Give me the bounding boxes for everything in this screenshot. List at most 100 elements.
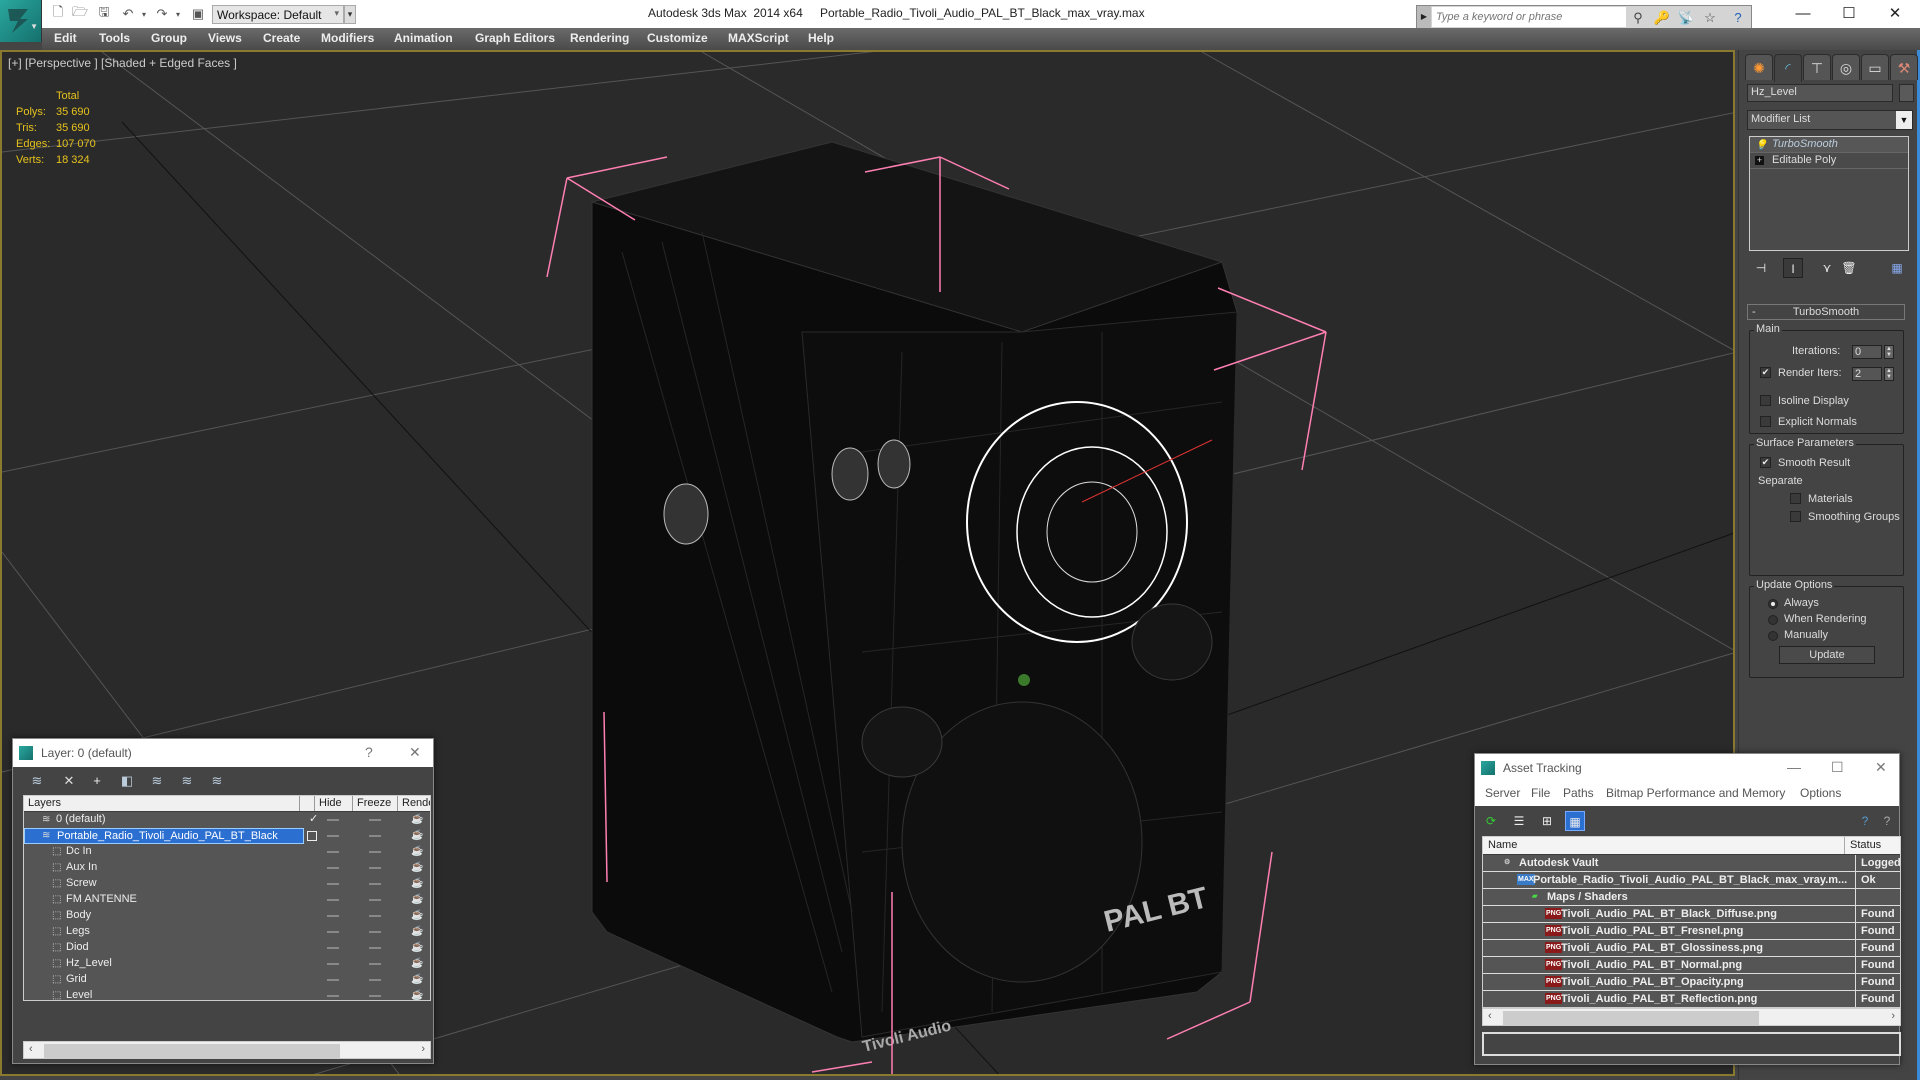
tab-modify[interactable]: ◜ <box>1774 54 1802 82</box>
smooth-result-checkbox[interactable]: ✔ <box>1760 457 1771 468</box>
tab-hierarchy[interactable]: ⊤ <box>1803 54 1831 80</box>
remove-modifier-icon[interactable]: 🗑 <box>1839 258 1859 278</box>
isoline-display-checkbox[interactable] <box>1760 395 1771 406</box>
layer-object-row[interactable]: Diod ⬚ ☕ <box>24 940 430 956</box>
render-teapot-icon[interactable]: ☕ <box>411 940 423 955</box>
update-button[interactable]: Update <box>1779 646 1875 664</box>
freeze-toggle[interactable] <box>369 979 381 981</box>
layer-dialog-titlebar[interactable]: Layer: 0 (default) ? ✕ <box>13 739 433 767</box>
pin-stack-icon[interactable]: ⊣ <box>1751 258 1771 278</box>
object-name-field[interactable]: Hz_Level <box>1747 84 1893 102</box>
menu-bitmap-performance[interactable]: Bitmap Performance and Memory <box>1606 786 1785 800</box>
freeze-toggle[interactable] <box>369 915 381 917</box>
stack-item-editable-poly[interactable]: + Editable Poly <box>1750 153 1908 169</box>
hide-toggle[interactable] <box>327 867 339 869</box>
refresh-icon[interactable]: ⟳ <box>1481 811 1501 831</box>
update-manually-radio[interactable] <box>1768 631 1778 641</box>
undo-dropdown-icon[interactable]: ▾ <box>136 6 152 22</box>
layer-settings-icon[interactable]: ≋ <box>207 772 227 790</box>
spinner-arrows-icon[interactable]: ▲ ▼ <box>1884 345 1894 359</box>
vault-status-icon[interactable]: ? <box>1877 811 1897 831</box>
table-view-icon[interactable]: ▦ <box>1565 811 1585 831</box>
menu-rendering[interactable]: Rendering <box>570 31 629 45</box>
tab-motion[interactable]: ◎ <box>1832 54 1860 80</box>
hide-toggle[interactable] <box>327 995 339 997</box>
layer-object-row[interactable]: Dc In ⬚ ☕ <box>24 844 430 860</box>
asset-row[interactable]: ⚙ Autodesk Vault Logged O <box>1483 855 1900 885</box>
create-new-layer-icon[interactable]: ≋ <box>27 772 47 790</box>
redo-dropdown-icon[interactable]: ▾ <box>170 6 186 22</box>
column-layers[interactable]: Layers <box>24 796 300 811</box>
column-render[interactable]: Rende <box>398 796 430 811</box>
tab-create[interactable]: ✺ <box>1745 54 1773 80</box>
asset-row[interactable]: PNG Tivoli_Audio_PAL_BT_Fresnel.png Found <box>1483 923 1900 940</box>
column-name[interactable]: Name <box>1483 837 1845 854</box>
object-color-swatch[interactable] <box>1899 84 1914 102</box>
scroll-right-icon[interactable]: › <box>1891 1010 1895 1022</box>
menu-file[interactable]: File <box>1531 786 1550 800</box>
asset-row[interactable]: PNG Tivoli_Audio_PAL_BT_Opacity.png Found <box>1483 974 1900 991</box>
render-iters-spinner[interactable]: 2 <box>1852 367 1882 381</box>
undo-icon[interactable]: ↶ <box>120 6 136 22</box>
column-current[interactable] <box>300 796 315 811</box>
menu-group[interactable]: Group <box>151 31 187 45</box>
menu-help[interactable]: Help <box>808 31 834 45</box>
select-objects-icon[interactable]: ◧ <box>117 772 137 790</box>
tab-display[interactable]: ▭ <box>1861 54 1889 80</box>
freeze-toggle[interactable] <box>369 851 381 853</box>
menu-options[interactable]: Options <box>1800 786 1841 800</box>
menu-tools[interactable]: Tools <box>99 31 130 45</box>
show-end-result-icon[interactable]: I <box>1783 258 1803 278</box>
layer-object-row[interactable]: Hz_Level ⬚ ☕ <box>24 956 430 972</box>
menu-animation[interactable]: Animation <box>394 31 453 45</box>
render-teapot-icon[interactable]: ☕ <box>411 924 423 939</box>
binoculars-search-icon[interactable]: ⚲ <box>1629 9 1647 27</box>
render-teapot-icon[interactable]: ☕ <box>411 812 423 827</box>
hide-toggle[interactable] <box>327 851 339 853</box>
asset-row[interactable]: PNG Tivoli_Audio_PAL_BT_Reflection.png Fou… <box>1483 991 1900 1007</box>
hide-toggle[interactable] <box>327 899 339 901</box>
layer-object-row[interactable]: Grid ⬚ ☕ <box>24 972 430 988</box>
layer-object-row[interactable]: Body ⬚ ☕ <box>24 908 430 924</box>
freeze-toggle[interactable] <box>369 931 381 933</box>
scrollbar-thumb[interactable] <box>1503 1011 1759 1025</box>
render-teapot-icon[interactable]: ☕ <box>411 908 423 923</box>
render-teapot-icon[interactable]: ☕ <box>411 956 423 971</box>
update-when-rendering-radio[interactable] <box>1768 615 1778 625</box>
help-button[interactable]: ? <box>365 744 373 760</box>
maximize-button[interactable]: ☐ <box>1831 759 1844 776</box>
tab-utilities[interactable]: ⚒ <box>1890 54 1918 80</box>
render-teapot-icon[interactable]: ☕ <box>411 844 423 859</box>
add-to-layer-icon[interactable]: + <box>87 772 107 790</box>
quick-access-customize-button[interactable]: ▾ <box>344 5 356 24</box>
render-teapot-icon[interactable]: ☕ <box>411 972 423 987</box>
menu-create[interactable]: Create <box>263 31 300 45</box>
asset-row[interactable]: ▰ Maps / Shaders <box>1483 889 1900 906</box>
menu-server[interactable]: Server <box>1485 786 1520 800</box>
help-icon[interactable]: ? <box>1729 9 1747 27</box>
asset-row[interactable]: PNG Tivoli_Audio_PAL_BT_Black_Diffuse.png… <box>1483 906 1900 923</box>
expand-search-icon[interactable]: ▶ <box>1417 6 1431 28</box>
hide-toggle[interactable] <box>327 963 339 965</box>
make-unique-icon[interactable]: ⋎ <box>1817 258 1837 278</box>
save-icon[interactable]: 🖫 <box>96 4 112 22</box>
satellite-icon[interactable]: 📡 <box>1677 9 1695 27</box>
horizontal-scrollbar[interactable]: ‹ › <box>23 1041 431 1059</box>
column-hide[interactable]: Hide <box>315 796 353 811</box>
freeze-toggle[interactable] <box>369 963 381 965</box>
freeze-toggle[interactable] <box>369 835 381 837</box>
new-file-icon[interactable]: 🗋 <box>50 4 66 22</box>
tree-view-icon[interactable]: ⊞ <box>1537 811 1557 831</box>
freeze-toggle[interactable] <box>369 819 381 821</box>
spinner-arrows-icon[interactable]: ▲ ▼ <box>1884 367 1894 381</box>
render-teapot-icon[interactable]: ☕ <box>411 828 423 843</box>
list-view-icon[interactable]: ☰ <box>1509 811 1529 831</box>
turbosmooth-rollout-header[interactable]: - TurboSmooth <box>1747 304 1905 320</box>
explicit-normals-checkbox[interactable] <box>1760 416 1771 427</box>
scrollbar-thumb[interactable] <box>44 1044 340 1058</box>
layer-object-row[interactable]: FM ANTENNE ⬚ ☕ <box>24 892 430 908</box>
freeze-toggle[interactable] <box>369 883 381 885</box>
update-always-radio[interactable] <box>1768 599 1778 609</box>
render-teapot-icon[interactable]: ☕ <box>411 988 423 1000</box>
menu-modifiers[interactable]: Modifiers <box>321 31 374 45</box>
